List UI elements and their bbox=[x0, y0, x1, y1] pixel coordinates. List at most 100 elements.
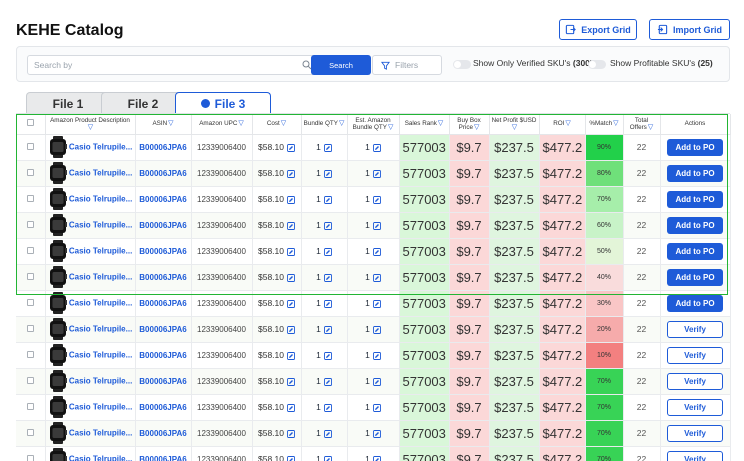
product-description-link[interactable]: Casio Telrupile... bbox=[69, 272, 132, 281]
asin-link[interactable]: B00006JPA6 bbox=[139, 221, 186, 230]
col-header-asin[interactable]: ASIN▽ bbox=[135, 114, 192, 135]
col-header-description[interactable]: Amazon Product Description▽ bbox=[45, 114, 136, 135]
product-description-link[interactable]: Casio Telrupile... bbox=[69, 220, 132, 229]
row-select-cell[interactable] bbox=[16, 186, 46, 213]
col-header-rank[interactable]: Sales Rank▽ bbox=[399, 114, 450, 135]
add-to-po-button[interactable]: Add to PO bbox=[667, 164, 723, 182]
col-header-profit[interactable]: Net Profit $USD▽ bbox=[489, 114, 540, 135]
edit-icon[interactable] bbox=[372, 429, 381, 438]
col-header-buybox[interactable]: Buy Box Price▽ bbox=[449, 114, 490, 135]
asin-cell[interactable]: B00006JPA6 bbox=[135, 342, 192, 369]
table-row[interactable]: Casio Telrupile... B00006JPA6 12339006400 $… bbox=[16, 134, 731, 161]
edit-icon[interactable] bbox=[287, 299, 295, 308]
asin-cell[interactable]: B00006JPA6 bbox=[135, 134, 192, 161]
table-row[interactable]: Casio Telrupile... B00006JPA6 12339006400 $… bbox=[16, 420, 731, 447]
edit-icon[interactable] bbox=[323, 299, 332, 308]
edit-icon[interactable] bbox=[372, 455, 381, 461]
description-cell[interactable]: Casio Telrupile... bbox=[45, 342, 136, 369]
asin-cell[interactable]: B00006JPA6 bbox=[135, 160, 192, 187]
description-cell[interactable]: Casio Telrupile... bbox=[45, 186, 136, 213]
product-description-link[interactable]: Casio Telrupile... bbox=[69, 402, 132, 411]
tab-file-3[interactable]: File 3 bbox=[175, 92, 271, 114]
description-cell[interactable]: Casio Telrupile... bbox=[45, 212, 136, 239]
filter-icon[interactable]: ▽ bbox=[388, 124, 393, 131]
verified-toggle[interactable] bbox=[453, 60, 471, 69]
add-to-po-button[interactable]: Add to PO bbox=[667, 216, 723, 234]
filter-icon[interactable]: ▽ bbox=[168, 120, 173, 127]
edit-icon[interactable] bbox=[372, 299, 381, 308]
row-select-cell[interactable] bbox=[16, 394, 46, 421]
edit-icon[interactable] bbox=[287, 221, 295, 230]
asin-link[interactable]: B00006JPA6 bbox=[139, 351, 186, 360]
edit-icon[interactable] bbox=[372, 351, 381, 360]
asin-cell[interactable]: B00006JPA6 bbox=[135, 446, 192, 461]
row-select-cell[interactable] bbox=[16, 160, 46, 187]
table-row[interactable]: Casio Telrupile... B00006JPA6 12339006400 $… bbox=[16, 316, 731, 343]
table-row[interactable]: Casio Telrupile... B00006JPA6 12339006400 $… bbox=[16, 290, 731, 317]
description-cell[interactable]: Casio Telrupile... bbox=[45, 368, 136, 395]
verify-button[interactable]: Verify bbox=[667, 320, 723, 338]
asin-link[interactable]: B00006JPA6 bbox=[139, 403, 186, 412]
asin-link[interactable]: B00006JPA6 bbox=[139, 195, 186, 204]
row-checkbox[interactable] bbox=[26, 247, 34, 254]
product-description-link[interactable]: Casio Telrupile... bbox=[69, 376, 132, 385]
add-to-po-button[interactable]: Add to PO bbox=[667, 242, 723, 260]
edit-icon[interactable] bbox=[287, 273, 295, 282]
edit-icon[interactable] bbox=[323, 195, 332, 204]
edit-icon[interactable] bbox=[372, 169, 381, 178]
edit-icon[interactable] bbox=[323, 273, 332, 282]
edit-icon[interactable] bbox=[323, 351, 332, 360]
asin-cell[interactable]: B00006JPA6 bbox=[135, 264, 192, 291]
row-checkbox[interactable] bbox=[26, 403, 34, 410]
add-to-po-button[interactable]: Add to PO bbox=[667, 138, 723, 156]
row-checkbox[interactable] bbox=[26, 429, 34, 436]
asin-link[interactable]: B00006JPA6 bbox=[139, 143, 186, 152]
profitable-toggle[interactable] bbox=[588, 60, 606, 69]
table-row[interactable]: Casio Telrupile... B00006JPA6 12339006400 $… bbox=[16, 342, 731, 369]
description-cell[interactable]: Casio Telrupile... bbox=[45, 160, 136, 187]
edit-icon[interactable] bbox=[287, 169, 295, 178]
row-checkbox[interactable] bbox=[26, 169, 34, 176]
asin-link[interactable]: B00006JPA6 bbox=[139, 299, 186, 308]
edit-icon[interactable] bbox=[323, 377, 332, 386]
row-select-cell[interactable] bbox=[16, 134, 46, 161]
product-description-link[interactable]: Casio Telrupile... bbox=[69, 298, 132, 307]
edit-icon[interactable] bbox=[372, 143, 381, 152]
table-row[interactable]: Casio Telrupile... B00006JPA6 12339006400 $… bbox=[16, 368, 731, 395]
edit-icon[interactable] bbox=[323, 325, 332, 334]
edit-icon[interactable] bbox=[372, 403, 381, 412]
search-input[interactable]: Search by bbox=[27, 55, 319, 75]
row-checkbox[interactable] bbox=[26, 351, 34, 358]
edit-icon[interactable] bbox=[287, 247, 295, 256]
col-header-roi[interactable]: ROI▽ bbox=[539, 114, 586, 135]
row-checkbox[interactable] bbox=[26, 273, 34, 280]
asin-cell[interactable]: B00006JPA6 bbox=[135, 420, 192, 447]
edit-icon[interactable] bbox=[372, 377, 381, 386]
table-row[interactable]: Casio Telrupile... B00006JPA6 12339006400 $… bbox=[16, 394, 731, 421]
product-description-link[interactable]: Casio Telrupile... bbox=[69, 168, 132, 177]
edit-icon[interactable] bbox=[372, 247, 381, 256]
verify-button[interactable]: Verify bbox=[667, 372, 723, 390]
filter-icon[interactable]: ▽ bbox=[648, 124, 653, 131]
asin-cell[interactable]: B00006JPA6 bbox=[135, 212, 192, 239]
row-select-cell[interactable] bbox=[16, 212, 46, 239]
edit-icon[interactable] bbox=[323, 221, 332, 230]
edit-icon[interactable] bbox=[372, 273, 381, 282]
description-cell[interactable]: Casio Telrupile... bbox=[45, 290, 136, 317]
asin-link[interactable]: B00006JPA6 bbox=[139, 429, 186, 438]
filter-icon[interactable]: ▽ bbox=[238, 120, 243, 127]
asin-link[interactable]: B00006JPA6 bbox=[139, 455, 186, 461]
asin-cell[interactable]: B00006JPA6 bbox=[135, 238, 192, 265]
product-description-link[interactable]: Casio Telrupile... bbox=[69, 428, 132, 437]
filter-icon[interactable]: ▽ bbox=[281, 120, 286, 127]
col-header-cost[interactable]: Cost▽ bbox=[252, 114, 302, 135]
edit-icon[interactable] bbox=[287, 377, 295, 386]
asin-cell[interactable]: B00006JPA6 bbox=[135, 316, 192, 343]
verify-button[interactable]: Verify bbox=[667, 346, 723, 364]
row-checkbox[interactable] bbox=[26, 325, 34, 332]
row-select-cell[interactable] bbox=[16, 264, 46, 291]
col-header-est-bundle[interactable]: Est. Amazon Bundle QTY▽ bbox=[347, 114, 400, 135]
export-grid-button[interactable]: Export Grid bbox=[559, 19, 637, 40]
edit-icon[interactable] bbox=[287, 143, 295, 152]
description-cell[interactable]: Casio Telrupile... bbox=[45, 316, 136, 343]
